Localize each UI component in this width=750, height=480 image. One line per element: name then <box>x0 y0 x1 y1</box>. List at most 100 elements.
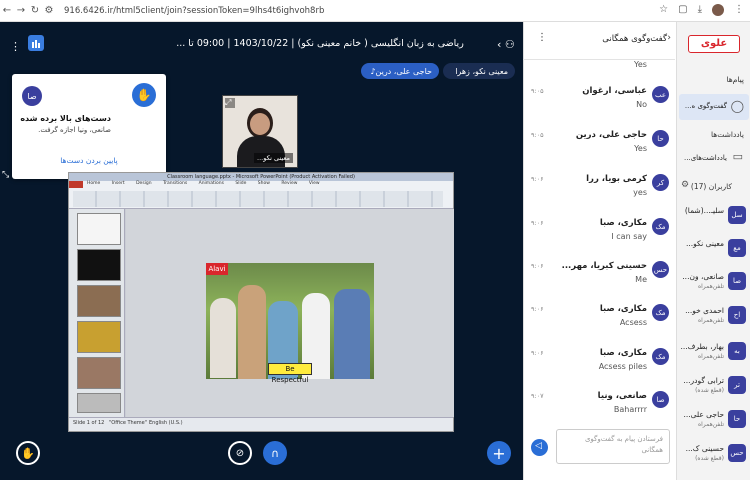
user-item[interactable]: حس حسینی ک... (قطع شده) <box>678 442 746 472</box>
user-name: سلیـ...(شما) <box>684 206 724 215</box>
user-avatar: مک <box>652 304 669 321</box>
ppt-menu-tabs: Home Insert Design Transitions Animation… <box>87 181 320 186</box>
sender-name: کرمی بویا، ررا <box>586 174 647 184</box>
sender-name: مکاری، صبا <box>599 218 647 228</box>
message-time: ۹:۰۵ <box>531 87 544 95</box>
user-name: بهار، بطرف... <box>680 342 724 351</box>
message-text: Yes <box>634 144 647 153</box>
bookmark-star-icon[interactable]: ☆ <box>659 4 668 16</box>
user-status: تلفن‌همراه <box>697 421 724 428</box>
notification-title: دست‌های بالا برده شده <box>20 114 111 123</box>
user-item[interactable]: حا حاجی علی... تلفن‌همراه <box>678 408 746 438</box>
user-name: ترابی گودر... <box>683 376 724 385</box>
webcam-tile[interactable]: ⤢ معینی نکو... <box>222 95 298 168</box>
address-bar[interactable]: 916.6426.ir/html5client/join?sessionToke… <box>64 6 324 16</box>
back-icon[interactable]: ← <box>0 5 14 16</box>
user-name: احمدی خو... <box>685 306 724 315</box>
send-button[interactable]: ◁ <box>531 439 548 456</box>
user-avatar: مک <box>652 348 669 365</box>
notes-icon: ▭ <box>732 150 743 163</box>
message-time: ۹:۰۶ <box>531 219 544 227</box>
user-avatar: حا <box>652 130 669 147</box>
sender-name: صانعی، ونیا <box>597 391 647 401</box>
public-chat-item[interactable]: ◯ گفت‌وگوی ه... <box>679 94 749 120</box>
webcam-expand-icon[interactable]: ⤢ <box>225 98 235 108</box>
audio-button[interactable]: ∩ <box>263 441 287 465</box>
person-body <box>237 136 285 167</box>
user-status: (قطع شده) <box>695 455 724 462</box>
user-avatar: به <box>728 342 746 360</box>
message-time: ۹:۰۶ <box>531 262 544 270</box>
chat-header: گفت‌وگوی همگانی › ⋮ <box>523 22 675 60</box>
message-time: ۹:۰۶ <box>531 305 544 313</box>
options-menu-icon[interactable]: ⋮ <box>10 40 21 53</box>
raise-hand-button[interactable]: ✋ <box>16 441 40 465</box>
reload-icon[interactable]: ↻ <box>28 5 42 16</box>
user-status: تلفن‌همراه <box>697 317 724 324</box>
slide-thumb <box>77 393 121 413</box>
user-status: تلفن‌همراه <box>697 353 724 360</box>
chat-title: گفت‌وگوی همگانی <box>602 34 667 44</box>
ppt-file-tab <box>69 181 83 188</box>
shared-notes-item[interactable]: ▭ یادداشت‌های... <box>679 146 749 172</box>
webcam-toggle-button[interactable]: ⊘ <box>228 441 252 465</box>
shared-notes-label: یادداشت‌های... <box>684 154 727 162</box>
child-figure <box>334 289 370 379</box>
ppt-status-lang: English (U.S.) <box>149 420 183 426</box>
slide-thumb <box>77 321 121 353</box>
bbb-logo-icon <box>28 35 44 51</box>
ppt-status-theme: "Office Theme" <box>109 420 148 426</box>
sender-name: عباسی، ارغوان <box>582 86 647 96</box>
fullscreen-icon[interactable]: ⤡ <box>2 170 9 180</box>
site-info-icon[interactable]: ⚙ <box>42 5 56 16</box>
user-avatar: مک <box>652 218 669 235</box>
gear-icon[interactable]: ⚙ <box>681 180 689 190</box>
user-item[interactable]: مع معینی نکو... <box>678 237 746 267</box>
chevron-right-icon[interactable]: › <box>667 33 671 43</box>
ppt-ribbon-tools <box>73 191 443 207</box>
webcam-name: معینی نکو... <box>254 153 293 163</box>
slide-thumb <box>77 249 121 281</box>
user-item[interactable]: سل سلیـ...(شما) <box>678 204 746 234</box>
raised-hands-notification: صا ✋ دست‌های بالا برده شده صانعی، ونیا ا… <box>12 74 166 179</box>
extensions-icon[interactable]: ▢ <box>678 4 687 16</box>
child-figure <box>238 285 266 379</box>
downloads-icon[interactable]: ⤓ <box>698 4 702 16</box>
browser-toolbar: ← → ↻ ⚙ 916.6426.ir/html5client/join?ses… <box>0 0 750 22</box>
chat-bubble-icon: ◯ <box>730 99 744 113</box>
sender-name: حسینی کبریا، مهر... <box>561 261 647 271</box>
send-icon: ◁ <box>535 441 542 451</box>
user-avatar: صا <box>728 272 746 290</box>
lower-hands-button[interactable]: پایین بردن دست‌ها <box>12 156 166 165</box>
message-time: ۹:۰۶ <box>531 349 544 357</box>
notification-subtitle: صانعی، ونیا اجازه گرفت. <box>38 126 111 134</box>
user-avatar: حس <box>652 261 669 278</box>
ppt-titlebar: Classroom language.pptx - Microsoft Powe… <box>69 173 453 181</box>
user-avatar: حا <box>728 410 746 428</box>
actions-plus-button[interactable]: + <box>487 441 511 465</box>
ppt-status-slide: Slide 1 of 12 <box>73 420 105 426</box>
message-time: ۹:۰۶ <box>531 175 544 183</box>
user-status: تلفن‌همراه <box>697 283 724 290</box>
child-figure <box>210 298 236 378</box>
hand-icon: ✋ <box>132 83 156 107</box>
headphones-icon: ∩ <box>270 446 280 460</box>
user-sidebar: علوی پیام‌ها ◯ گفت‌وگوی ه... یادداشت‌ها … <box>676 22 750 480</box>
chat-options-icon[interactable]: ⋮ <box>537 32 547 43</box>
messages-section-title: پیام‌ها <box>726 75 744 84</box>
browser-menu-icon[interactable]: ⋮ <box>734 4 744 16</box>
user-item[interactable]: صا صانعی، ون... تلفن‌همراه <box>678 270 746 300</box>
forward-icon[interactable]: → <box>14 5 28 16</box>
message-text: No <box>636 100 647 109</box>
user-item[interactable]: تر ترابی گودر... (قطع شده) <box>678 374 746 404</box>
message-text: Me <box>635 275 647 284</box>
user-item[interactable]: اح احمدی خو... تلفن‌همراه <box>678 304 746 334</box>
slide-logo: Alavi <box>206 263 228 275</box>
chat-input[interactable]: فرستادن پیام به گفت‌وگوی همگانی <box>556 429 670 464</box>
user-item[interactable]: به بهار، بطرف... تلفن‌همراه <box>678 340 746 370</box>
slide-photo: Alavi Be Respectful <box>206 263 374 384</box>
user-list-toggle-icon[interactable]: ‹ ⚇ <box>497 38 515 51</box>
message-time: ۹:۰۷ <box>531 392 544 400</box>
profile-avatar[interactable] <box>712 4 724 16</box>
user-status: (قطع شده) <box>695 387 724 394</box>
